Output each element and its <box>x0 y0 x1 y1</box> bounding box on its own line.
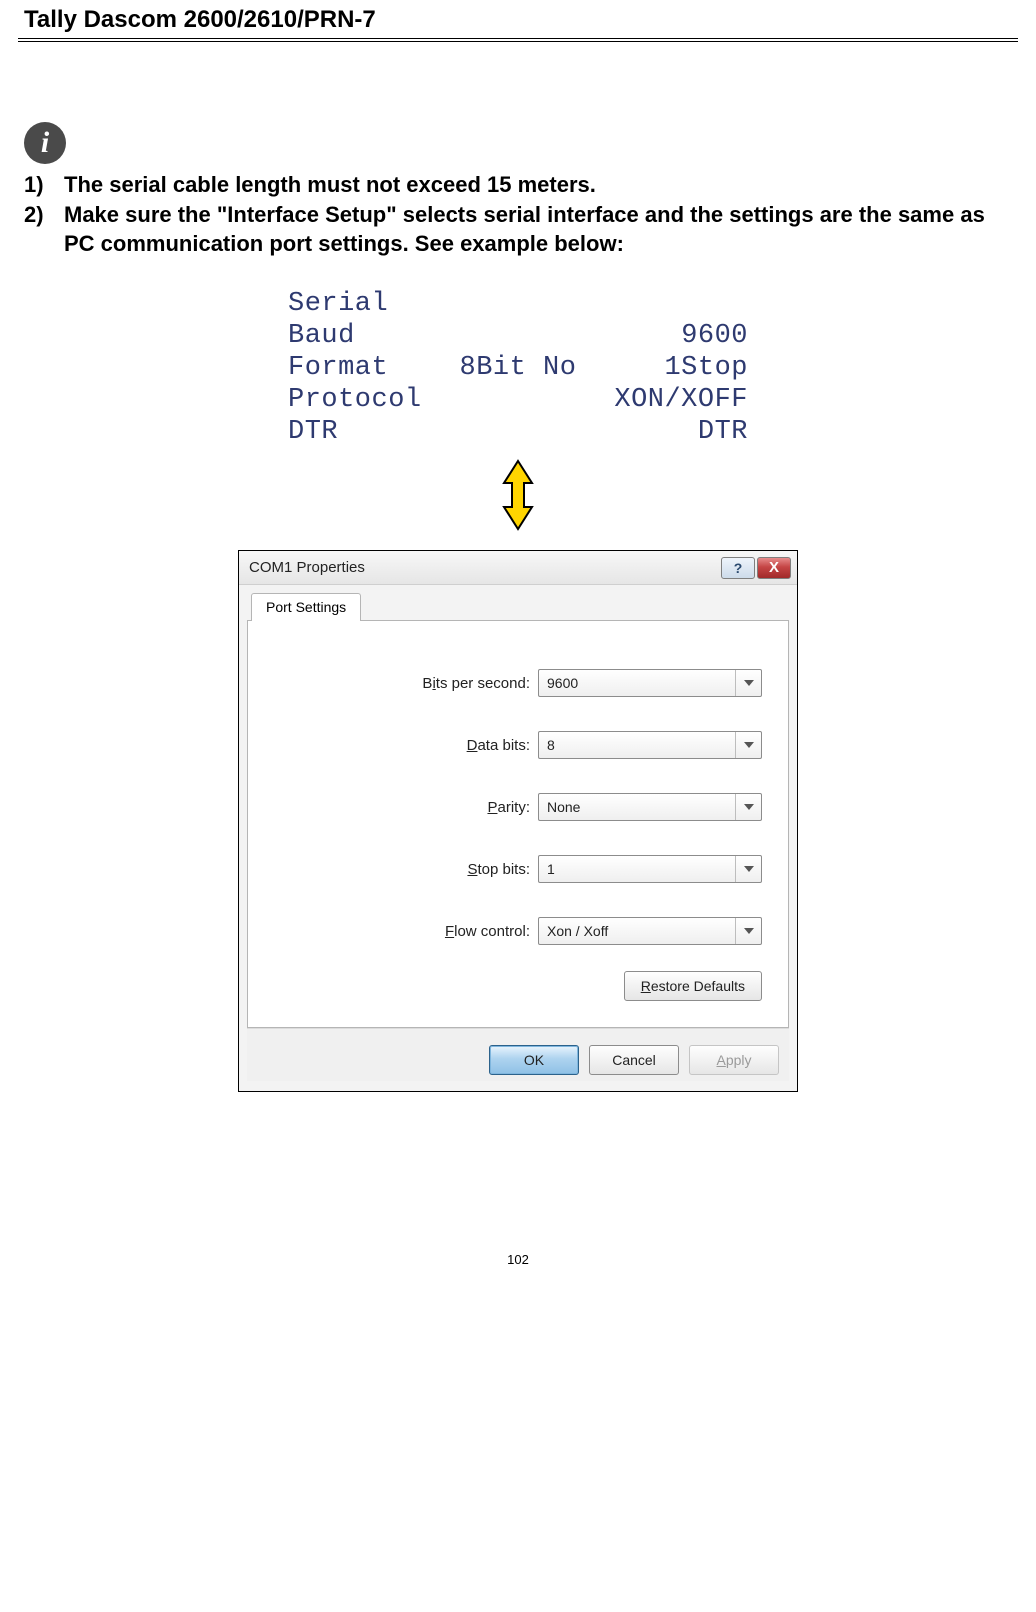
printout-row: Format 8Bit No 1Stop <box>288 353 748 385</box>
data-bits-label: Data bits: <box>467 737 530 754</box>
list-item: 1) The serial cable length must not exce… <box>24 170 1012 200</box>
printout-label: Serial <box>288 289 448 321</box>
printer-settings-printout: Serial Baud 9600 Format 8Bit No 1Stop Pr… <box>288 289 748 449</box>
page-number: 102 <box>18 1252 1018 1287</box>
flow-control-label: Flow control: <box>445 923 530 940</box>
port-settings-panel: Bits per second: 9600 Data bits: <box>247 620 789 1028</box>
printout-mid <box>448 321 588 353</box>
combobox-value: Xon / Xoff <box>547 923 608 939</box>
printout-row: Baud 9600 <box>288 321 748 353</box>
list-text: The serial cable length must not exceed … <box>64 170 1012 200</box>
data-bits-combobox[interactable]: 8 <box>538 731 762 759</box>
printout-mid <box>448 289 588 321</box>
chevron-down-icon <box>735 794 761 820</box>
list-item: 2) Make sure the "Interface Setup" selec… <box>24 200 1012 259</box>
chevron-down-icon <box>735 670 761 696</box>
restore-defaults-button[interactable]: Restore Defaults <box>624 971 762 1001</box>
dialog-titlebar[interactable]: COM1 Properties ? X <box>239 551 797 585</box>
bits-per-second-label: Bits per second: <box>422 675 530 692</box>
combobox-value: 9600 <box>547 675 578 691</box>
printout-label: DTR <box>288 417 448 449</box>
bits-per-second-combobox[interactable]: 9600 <box>538 669 762 697</box>
printout-value: XON/XOFF <box>588 385 748 417</box>
close-button[interactable]: X <box>757 557 791 579</box>
printout-row: Serial <box>288 289 748 321</box>
form-row-data-bits: Data bits: 8 <box>274 731 762 759</box>
help-button[interactable]: ? <box>721 557 755 579</box>
list-number: 2) <box>24 200 64 259</box>
parity-label: Parity: <box>487 799 530 816</box>
ok-button[interactable]: OK <box>489 1045 579 1075</box>
stop-bits-combobox[interactable]: 1 <box>538 855 762 883</box>
printout-label: Baud <box>288 321 448 353</box>
form-row-parity: Parity: None <box>274 793 762 821</box>
form-row-bits-per-second: Bits per second: 9600 <box>274 669 762 697</box>
list-number: 1) <box>24 170 64 200</box>
stop-bits-label: Stop bits: <box>467 861 530 878</box>
combobox-value: 1 <box>547 861 555 877</box>
double-arrow-icon <box>18 459 1018 536</box>
printout-row: Protocol XON/XOFF <box>288 385 748 417</box>
printout-mid <box>448 417 588 449</box>
tab-port-settings[interactable]: Port Settings <box>251 593 361 621</box>
flow-control-combobox[interactable]: Xon / Xoff <box>538 917 762 945</box>
parity-combobox[interactable]: None <box>538 793 762 821</box>
header-rule <box>18 38 1018 42</box>
printout-label: Format <box>288 353 448 385</box>
chevron-down-icon <box>735 856 761 882</box>
printout-value: 1Stop <box>588 353 748 385</box>
form-row-stop-bits: Stop bits: 1 <box>274 855 762 883</box>
form-row-flow-control: Flow control: Xon / Xoff <box>274 917 762 945</box>
combobox-value: None <box>547 799 580 815</box>
printout-value: DTR <box>588 417 748 449</box>
dialog-footer: OK Cancel Apply <box>247 1028 789 1081</box>
printout-value <box>588 289 748 321</box>
dialog-title: COM1 Properties <box>249 559 365 576</box>
document-header: Tally Dascom 2600/2610/PRN-7 <box>18 0 1018 38</box>
chevron-down-icon <box>735 732 761 758</box>
combobox-value: 8 <box>547 737 555 753</box>
info-icon: i <box>24 122 66 164</box>
com1-properties-dialog: COM1 Properties ? X Port Settings Bits p… <box>238 550 798 1092</box>
dialog-body: Port Settings Bits per second: 9600 <box>239 585 797 1091</box>
chevron-down-icon <box>735 918 761 944</box>
apply-button[interactable]: Apply <box>689 1045 779 1075</box>
printout-mid: 8Bit No <box>448 353 588 385</box>
printout-mid <box>448 385 588 417</box>
list-text: Make sure the "Interface Setup" selects … <box>64 200 1012 259</box>
printout-label: Protocol <box>288 385 448 417</box>
cancel-button[interactable]: Cancel <box>589 1045 679 1075</box>
printout-value: 9600 <box>588 321 748 353</box>
notes-list: 1) The serial cable length must not exce… <box>18 170 1018 259</box>
printout-row: DTR DTR <box>288 417 748 449</box>
